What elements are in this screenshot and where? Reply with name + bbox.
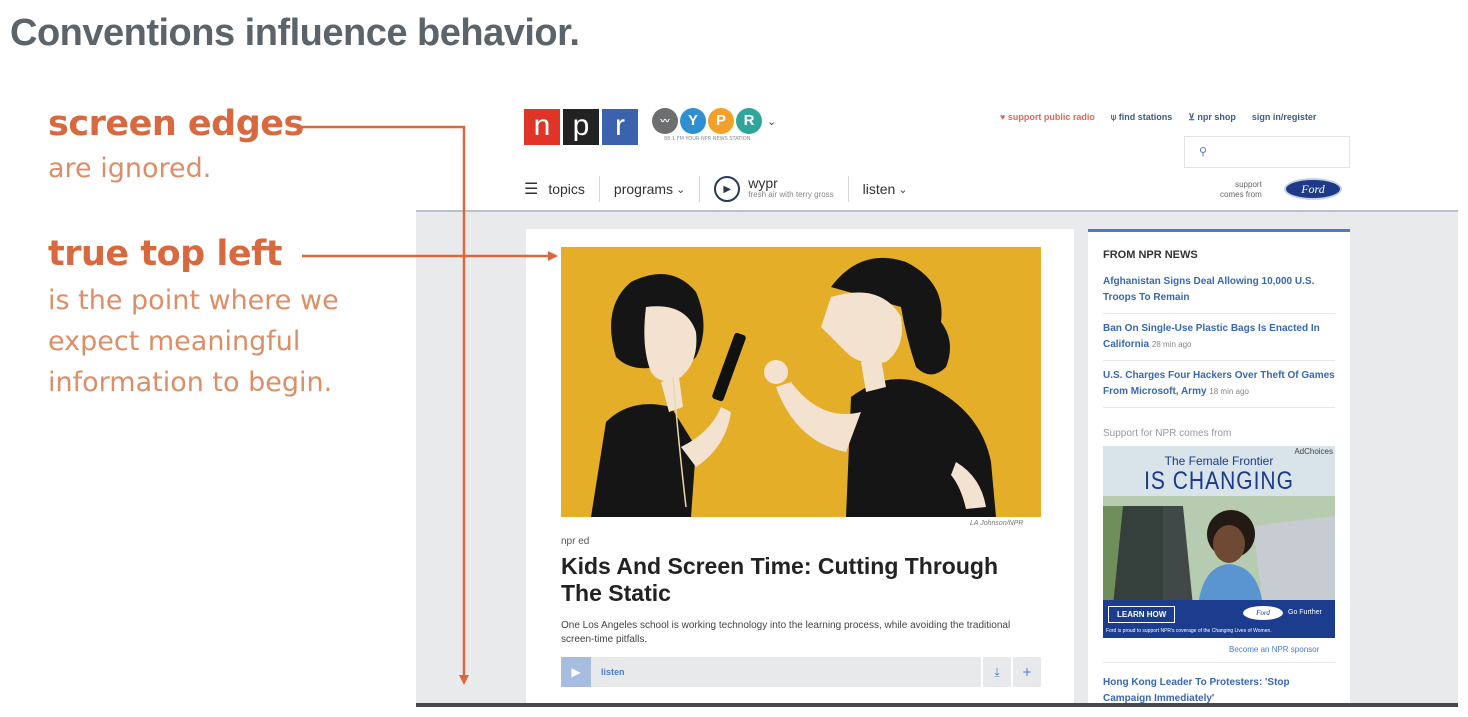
ad-go-further: Go Further	[1288, 609, 1322, 616]
screen-edges-text: are ignored.	[48, 153, 212, 184]
learn-how-button[interactable]: LEARN HOW	[1108, 606, 1176, 623]
story-timestamp: 28 min ago	[1151, 340, 1192, 349]
npr-logo[interactable]: n p r	[524, 109, 638, 145]
story-timestamp: 18 min ago	[1209, 387, 1249, 396]
ad-fine-print: Ford is proud to support NPR's coverage …	[1106, 628, 1272, 634]
npr-header: n p r 〰 Y P R ⌄ 88.1 FM YOUR NPR NEWS ST…	[416, 92, 1458, 210]
true-top-left-line-3: information to begin.	[48, 367, 333, 398]
top-links: ♥ support public radio ⍦ find stations ⊻…	[1000, 112, 1316, 123]
nav-now-playing[interactable]: ▶ wypr fresh air with terry gross	[699, 176, 847, 202]
nav-listen[interactable]: listen ⌄	[847, 176, 922, 202]
station-letter-r: R	[736, 108, 762, 134]
npr-logo-p: p	[563, 109, 599, 145]
hamburger-menu-icon: ☰	[524, 181, 539, 198]
ad-footer: LEARN HOW Ford Go Further Ford is proud …	[1103, 600, 1335, 638]
station-letter-p: P	[708, 108, 734, 134]
station-tagline: 88.1 FM YOUR NPR NEWS STATION	[664, 136, 751, 142]
download-icon: ⤓	[994, 664, 1000, 679]
npr-shop-link[interactable]: ⊻ npr shop	[1188, 112, 1236, 123]
search-input[interactable]: ⚲	[1184, 136, 1350, 168]
station-letter-y: Y	[680, 108, 706, 134]
play-icon: ▶	[571, 665, 581, 679]
plus-icon: +	[1021, 665, 1033, 679]
audio-player: ▶ listen ⤓ +	[561, 657, 1041, 687]
screen-edges-heading: screen edges	[48, 104, 304, 144]
true-top-left-text: is the point where we expect meaningful …	[48, 280, 339, 403]
ad-headline-1: The Female Frontier	[1164, 454, 1274, 468]
chevron-down-icon: ⌄	[898, 183, 908, 196]
chevron-down-icon: ⌄	[767, 114, 777, 128]
add-to-playlist-button[interactable]: +	[1011, 657, 1041, 687]
story-slug[interactable]: npr ed	[561, 536, 589, 547]
support-label: Support for NPR comes from	[1103, 428, 1232, 439]
ad-headline-2: IS CHANGING	[1144, 467, 1294, 496]
true-top-left-line-1: is the point where we	[48, 285, 339, 316]
npr-logo-n: n	[524, 109, 560, 145]
nav-programs[interactable]: programs ⌄	[598, 176, 699, 202]
hero-illustration[interactable]	[561, 247, 1041, 517]
find-stations-link[interactable]: ⍦ find stations	[1111, 112, 1172, 123]
chevron-down-icon: ⌄	[676, 183, 686, 196]
npr-screenshot: n p r 〰 Y P R ⌄ 88.1 FM YOUR NPR NEWS ST…	[416, 92, 1458, 707]
ford-logo[interactable]: Ford	[1284, 178, 1342, 200]
sign-in-register-link[interactable]: sign in/register	[1252, 112, 1317, 123]
story-teaser: One Los Angeles school is working techno…	[561, 620, 1011, 645]
sidebar-story[interactable]: Afghanistan Signs Deal Allowing 10,000 U…	[1103, 274, 1335, 314]
station-selector[interactable]: 〰 Y P R ⌄	[652, 108, 776, 134]
become-sponsor-link[interactable]: Become an NPR sponsor	[1229, 645, 1319, 654]
listen-label[interactable]: listen	[601, 667, 981, 677]
true-top-left-heading: true top left	[48, 234, 283, 274]
program-subtitle: fresh air with terry gross	[748, 190, 834, 199]
play-button[interactable]: ▶	[561, 657, 591, 687]
download-button[interactable]: ⤓	[981, 657, 1011, 687]
ford-ad[interactable]: AdChoices The Female Frontier IS CHANGIN…	[1103, 446, 1335, 638]
sidebar-story[interactable]: Hong Kong Leader To Protesters: 'Stop Ca…	[1103, 662, 1335, 707]
sidebar-story[interactable]: Ban On Single-Use Plastic Bags Is Enacte…	[1103, 321, 1335, 361]
station-wave-icon: 〰	[652, 108, 678, 134]
search-icon: ⚲	[1199, 145, 1208, 158]
support-public-radio-link[interactable]: ♥ support public radio	[1000, 112, 1095, 123]
sidebar-story[interactable]: U.S. Charges Four Hackers Over Theft Of …	[1103, 368, 1335, 408]
nav-topics[interactable]: ☰ topics	[524, 176, 599, 202]
play-icon: ▶	[714, 176, 741, 202]
program-name: wypr	[748, 175, 778, 191]
sidebar-heading: FROM NPR NEWS	[1103, 249, 1198, 261]
true-top-left-line-2: expect meaningful	[48, 326, 301, 357]
sponsor-text: support comes from	[1220, 180, 1262, 199]
hero-illustration-svg	[591, 257, 996, 517]
photo-credit: LA Johnson/NPR	[970, 520, 1024, 527]
heart-icon: ♥	[1000, 112, 1008, 122]
main-nav: ☰ topics programs ⌄ ▶ wypr fresh air wit…	[524, 176, 922, 202]
story-headline[interactable]: Kids And Screen Time: Cutting Through Th…	[561, 553, 1041, 607]
antenna-icon: ⍦	[1110, 112, 1119, 122]
slide-title: Conventions influence behavior.	[10, 12, 580, 54]
news-sidebar: FROM NPR NEWS Afghanistan Signs Deal All…	[1088, 229, 1350, 707]
screenshot-bottom-edge	[416, 703, 1458, 707]
npr-logo-r: r	[602, 109, 638, 145]
main-story-card: LA Johnson/NPR npr ed Kids And Screen Ti…	[526, 229, 1074, 707]
ad-ford-logo: Ford	[1243, 606, 1283, 620]
cart-icon: ⊻	[1188, 112, 1198, 122]
